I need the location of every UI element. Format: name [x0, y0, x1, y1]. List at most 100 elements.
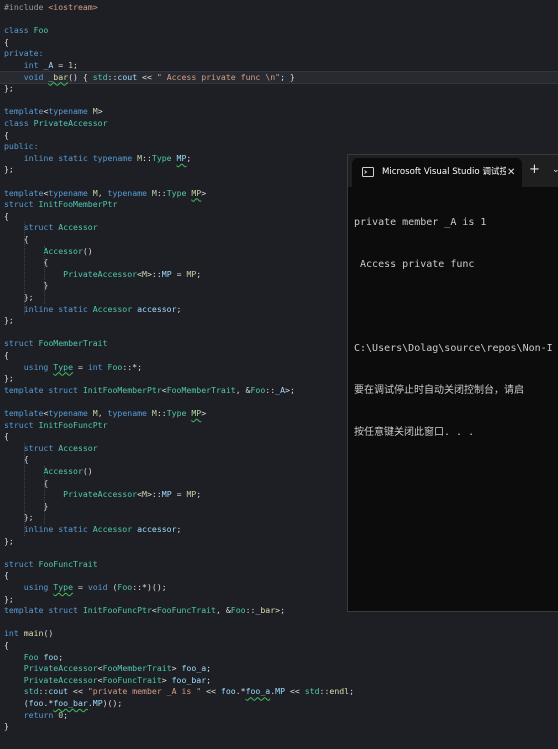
- code-token: >::: [146, 268, 162, 279]
- code-token: }: [4, 280, 49, 291]
- code-token: }: [4, 500, 49, 511]
- code-token: InitFooFuncPtr: [82, 605, 152, 616]
- code-token: }: [4, 721, 9, 732]
- code-token: <<: [68, 686, 88, 697]
- code-token: ;: [176, 524, 182, 534]
- code-token: foo_a: [181, 663, 207, 674]
- code-token: =: [73, 361, 88, 372]
- code-token: (): [82, 466, 93, 476]
- code-token: foo_bar: [171, 674, 207, 685]
- code-token: Type: [166, 187, 192, 198]
- code-line[interactable]: [0, 14, 558, 26]
- code-line[interactable]: PrivateAccessor<FooMemberTrait> foo_a;: [0, 663, 558, 675]
- code-token: ::: [245, 605, 256, 616]
- code-token: main: [23, 628, 44, 639]
- code-token: >: [161, 674, 172, 685]
- code-token: ;: [349, 686, 355, 697]
- code-token: Accessor: [92, 303, 138, 314]
- code-line[interactable]: private:: [0, 48, 558, 60]
- console-line: 按任意键关闭此窗口. . .: [354, 427, 475, 438]
- console-tab[interactable]: Microsoft Visual Studio 调试控制台 ✕: [352, 158, 522, 187]
- code-line[interactable]: class Foo: [0, 25, 558, 37]
- code-token: (): [43, 628, 54, 639]
- code-token: return: [23, 709, 59, 720]
- code-line[interactable]: [0, 617, 558, 629]
- indent-guide: [24, 442, 25, 536]
- code-line[interactable]: template<typename M>: [0, 106, 558, 118]
- code-line[interactable]: std::cout << "private member _A is " << …: [0, 686, 558, 698]
- code-token: (): [82, 245, 93, 256]
- code-token: int: [4, 628, 24, 639]
- code-token: =: [53, 60, 69, 70]
- code-line[interactable]: {: [0, 37, 558, 49]
- code-token: inline static typename: [23, 152, 138, 163]
- code-line[interactable]: };: [0, 83, 558, 95]
- code-token: FooFuncTrait: [102, 674, 162, 685]
- code-token: >::: [146, 489, 162, 500]
- code-token: )();: [102, 698, 123, 708]
- code-token: class: [4, 118, 34, 128]
- code-line[interactable]: int _A = 1;: [0, 60, 558, 72]
- code-line[interactable]: {: [0, 130, 558, 142]
- code-token: MP: [186, 489, 197, 500]
- code-token: {: [4, 36, 9, 47]
- code-token: {: [4, 640, 9, 650]
- code-token: ::: [156, 187, 167, 198]
- debug-console-window[interactable]: Microsoft Visual Studio 调试控制台 ✕ + ⌄ priv…: [347, 154, 558, 612]
- code-line[interactable]: public:: [0, 141, 558, 153]
- code-token: struct: [4, 419, 39, 430]
- code-token: Accessor: [58, 442, 98, 453]
- code-line[interactable]: [0, 95, 558, 107]
- code-token: MP: [161, 268, 172, 279]
- code-line[interactable]: {: [0, 640, 558, 652]
- console-output: private member _A is 1 Access private fu…: [354, 188, 558, 468]
- code-token: typename: [48, 187, 93, 198]
- code-token: FooMemberTrait: [166, 384, 236, 395]
- code-token: using: [23, 361, 54, 372]
- code-token: InitFooFuncPtr: [38, 419, 108, 430]
- code-token: private:: [4, 48, 44, 59]
- code-line[interactable]: PrivateAccessor<FooFuncTrait> foo_bar;: [0, 675, 558, 687]
- code-token: void: [23, 71, 49, 82]
- new-tab-button[interactable]: +: [529, 163, 540, 177]
- code-line[interactable]: class PrivateAccessor: [0, 118, 558, 130]
- code-token: Accessor: [58, 222, 98, 233]
- code-token: ::: [156, 408, 167, 418]
- console-line: C:\Users\Dolag\source\repos\Non-I: [354, 343, 553, 354]
- terminal-icon: [362, 167, 374, 177]
- code-token: >: [171, 663, 182, 674]
- code-line[interactable]: void _bar() { std::cout << " Access priv…: [0, 70, 558, 85]
- code-token: >: [201, 408, 207, 418]
- code-token: Foo: [23, 651, 44, 662]
- code-token: Foo: [230, 605, 246, 616]
- code-token: InitFooMemberPtr: [82, 384, 162, 395]
- chevron-down-icon[interactable]: ⌄: [552, 163, 558, 177]
- code-token: ;: [186, 152, 192, 163]
- code-line[interactable]: return 0;: [0, 710, 558, 722]
- code-token: FooFuncTrait: [156, 605, 216, 616]
- code-token: {: [4, 350, 9, 360]
- code-token: std: [23, 686, 39, 697]
- code-line[interactable]: (foo.*foo_bar.MP)();: [0, 698, 558, 710]
- code-line[interactable]: int main(): [0, 628, 558, 640]
- code-token: };: [4, 373, 14, 384]
- code-token: using: [23, 582, 54, 592]
- code-line[interactable]: }: [0, 721, 558, 733]
- code-token: MP: [191, 187, 202, 198]
- code-line[interactable]: #include <iostream>: [0, 2, 558, 14]
- code-token: Foo: [117, 582, 133, 592]
- code-token: struct: [4, 558, 39, 569]
- close-icon[interactable]: ✕: [507, 166, 515, 180]
- code-token: =: [171, 489, 187, 500]
- code-line[interactable]: Foo foo;: [0, 652, 558, 664]
- code-token: FooFuncTrait: [38, 558, 98, 569]
- code-token: >;: [275, 605, 286, 616]
- code-token: struct: [23, 442, 59, 453]
- code-token: MP: [161, 489, 172, 500]
- code-token: accessor: [137, 524, 177, 534]
- code-token: Type: [151, 152, 177, 163]
